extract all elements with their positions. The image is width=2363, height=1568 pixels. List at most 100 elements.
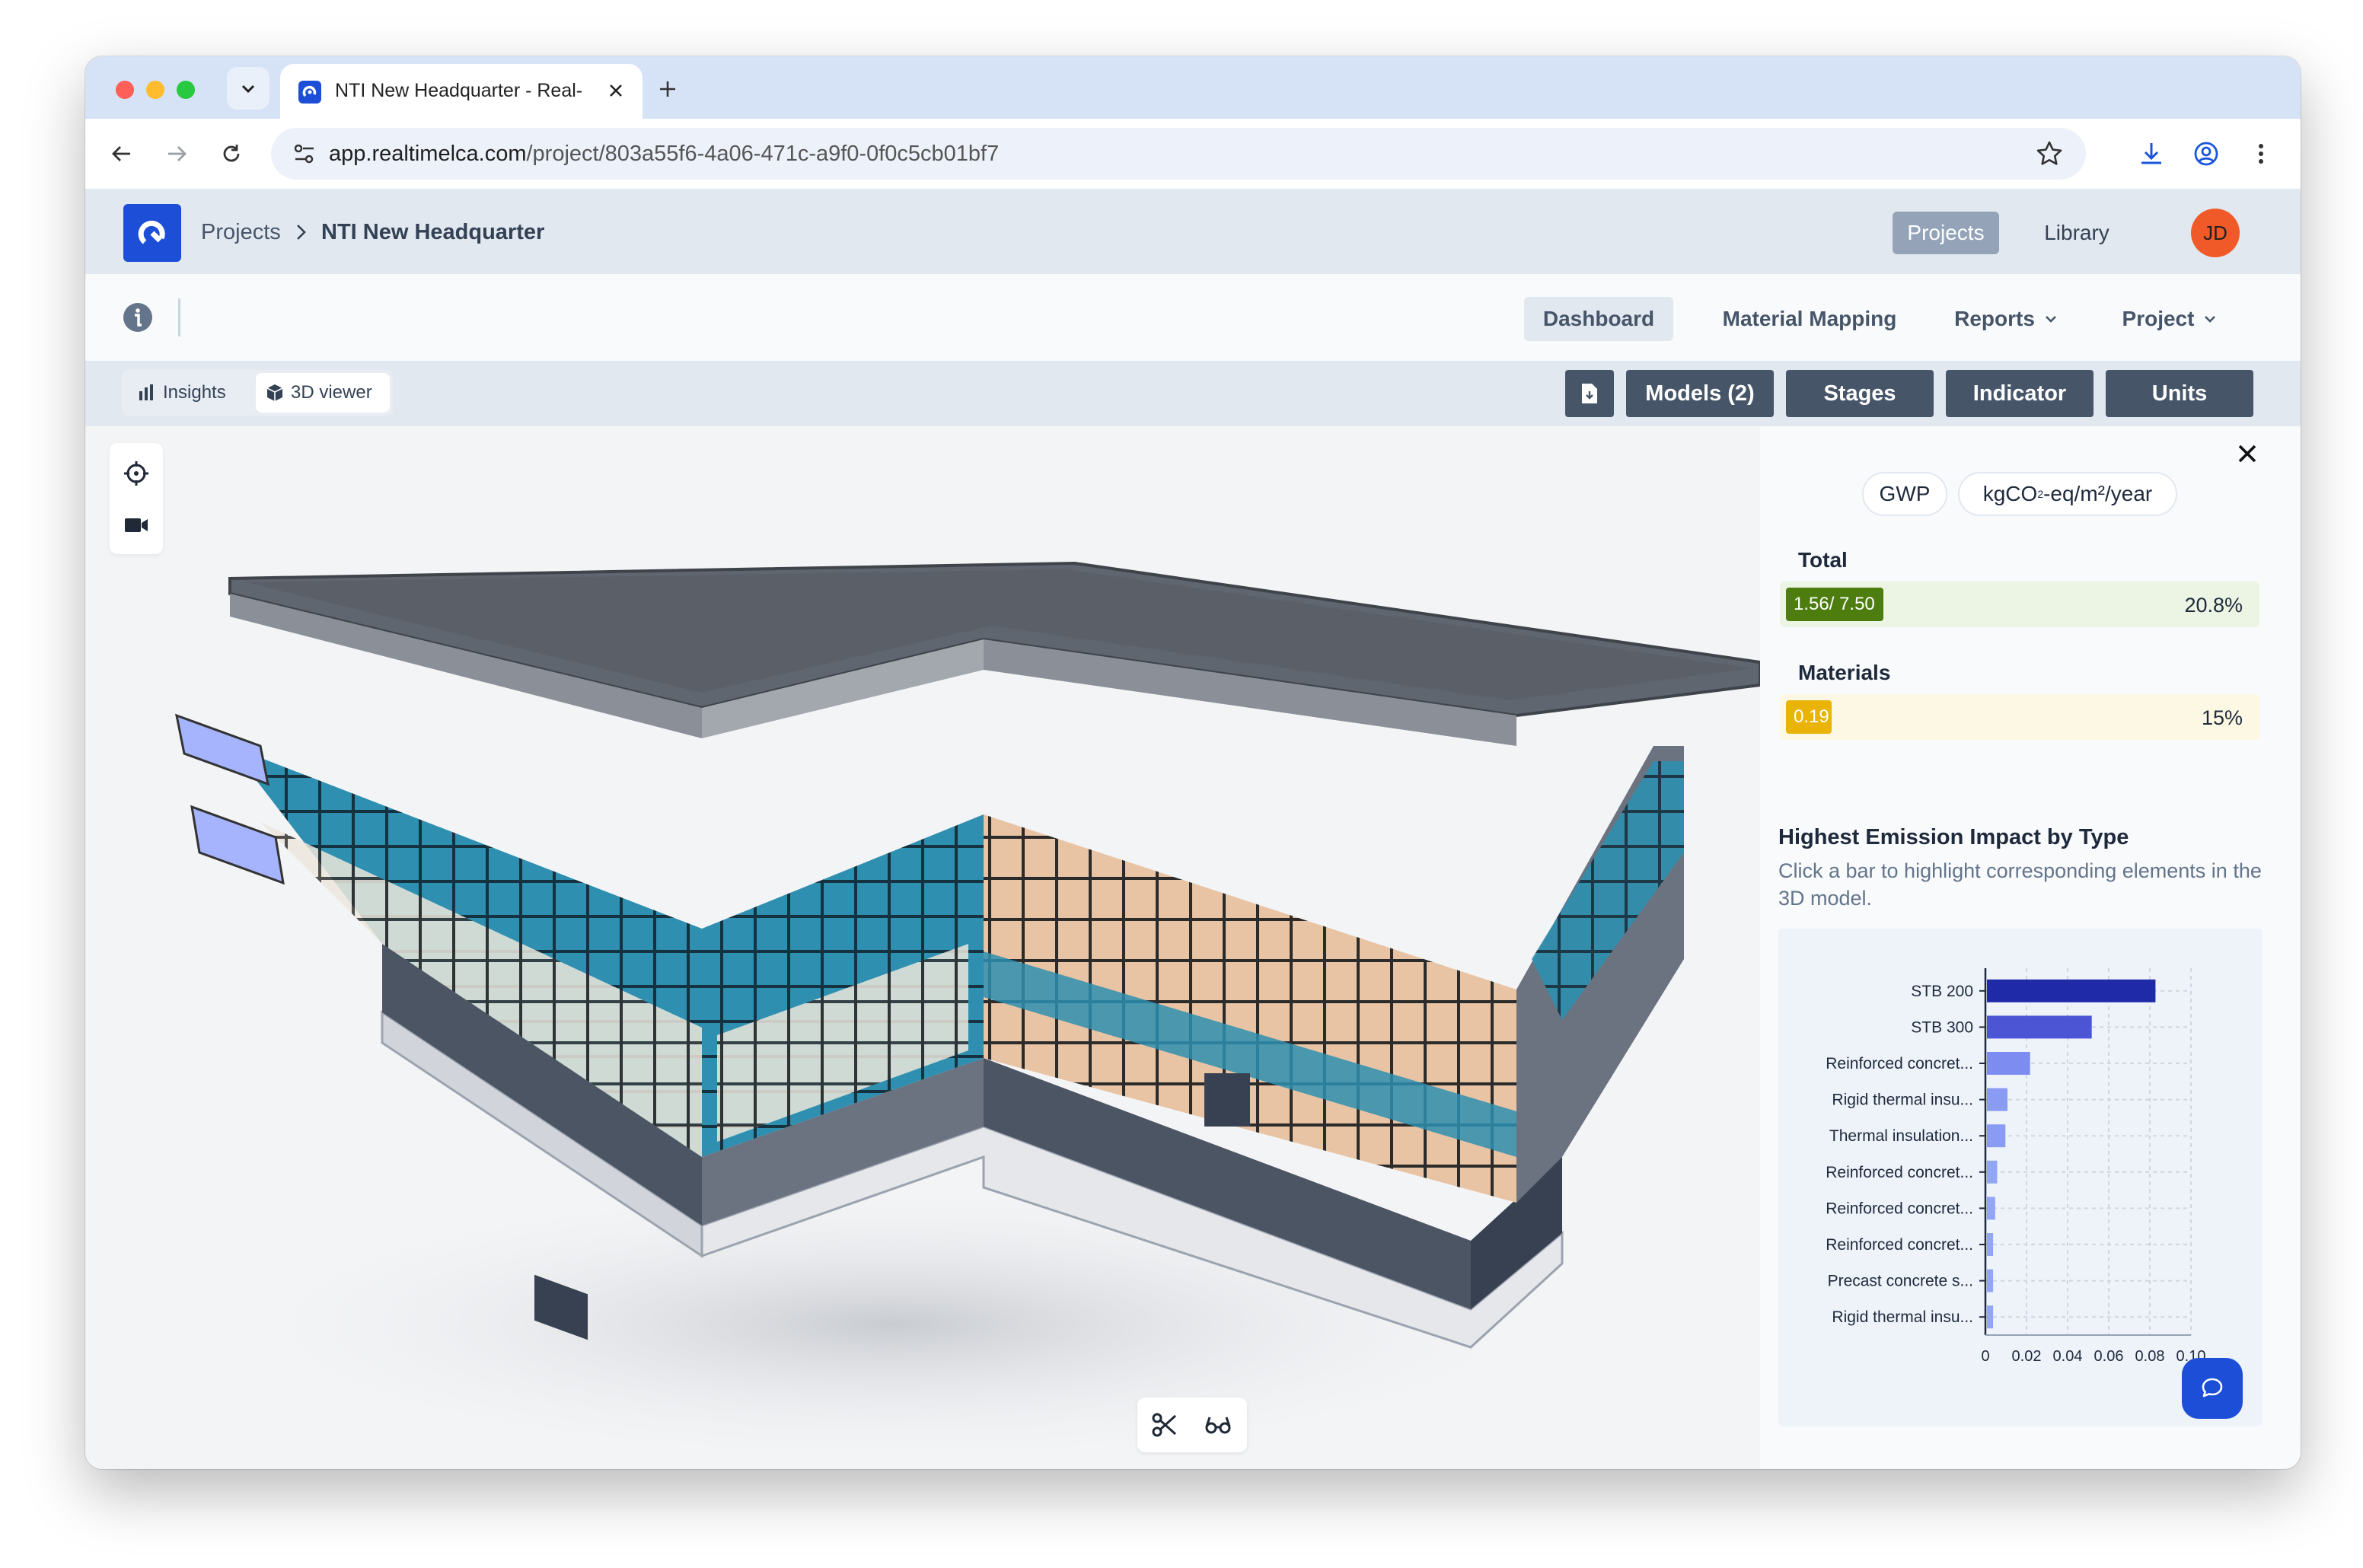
emissions-panel: GWP kgCO 2 -eq/m²/year Total 1.56/ 7.50 20… — [1760, 426, 2301, 1469]
logo-icon — [138, 220, 165, 244]
indicator-button[interactable]: Indicator — [1946, 370, 2094, 417]
address-bar[interactable]: app.realtimelca.com/project/803a55f6-4a0… — [271, 128, 2086, 180]
profile-icon — [2194, 142, 2218, 166]
chart-bar[interactable] — [1987, 1052, 2030, 1075]
reload-icon — [223, 145, 240, 162]
viewer-bottom-toolbar — [1137, 1397, 1247, 1452]
url-text: app.realtimelca.com/project/803a55f6-4a0… — [329, 142, 999, 167]
nav-divider — [178, 298, 180, 336]
viewer-toolbar — [110, 443, 163, 554]
models-button[interactable]: Models (2) — [1626, 370, 1774, 417]
unit-pill[interactable]: kgCO 2 -eq/m²/year — [1958, 472, 2177, 516]
materials-progress: 0.19 15% — [1780, 694, 2259, 740]
bookmark-star-icon[interactable] — [2034, 139, 2065, 169]
chart-category-label: Precast concrete s... — [1828, 1273, 1973, 1290]
chart-xtick-label: 0.08 — [2135, 1348, 2165, 1365]
stages-button[interactable]: Stages — [1786, 370, 1934, 417]
3d-viewer-tab[interactable]: 3D viewer — [256, 373, 390, 413]
new-tab-button[interactable] — [650, 72, 685, 107]
building-model[interactable] — [85, 426, 1760, 1469]
chart-bar[interactable] — [1987, 1305, 1994, 1329]
unit-subscript: 2 — [2037, 488, 2044, 500]
site-settings-icon[interactable] — [291, 140, 318, 167]
back-button[interactable] — [104, 135, 140, 172]
profile-button[interactable] — [2188, 135, 2224, 172]
unit-suffix: -eq/m²/year — [2043, 482, 2153, 505]
chart-category-label: Reinforced concret... — [1826, 1200, 1973, 1217]
user-avatar[interactable]: JD — [2191, 209, 2240, 257]
maximize-window-button[interactable] — [177, 81, 195, 99]
breadcrumb-projects[interactable]: Projects — [201, 220, 281, 245]
total-progress: 1.56/ 7.50 20.8% — [1780, 582, 2259, 627]
tab-project-label: Project — [2122, 307, 2195, 330]
arrow-left-icon — [112, 146, 130, 161]
total-bar-fill: 1.56/ 7.50 — [1786, 588, 1883, 621]
chart-bar[interactable] — [1987, 1269, 1994, 1292]
video-camera-icon[interactable] — [123, 512, 150, 539]
export-button[interactable] — [1565, 370, 1614, 417]
url-host: app.realtimelca.com — [329, 142, 527, 166]
glasses-icon[interactable] — [1204, 1411, 1232, 1439]
chevron-down-icon — [2045, 316, 2056, 323]
project-nav: Dashboard Material Mapping Reports Proje… — [85, 274, 2301, 361]
download-button[interactable] — [2133, 135, 2170, 172]
section-cut-icon[interactable] — [1151, 1411, 1178, 1439]
minimize-window-button[interactable] — [146, 81, 164, 99]
chevron-right-icon — [297, 225, 306, 240]
tab-material-mapping[interactable]: Material Mapping — [1707, 297, 1912, 341]
chart-category-label: Rigid thermal insu... — [1832, 1092, 1973, 1109]
chevron-down-icon — [2205, 316, 2216, 323]
tab-close-icon[interactable] — [600, 75, 632, 107]
more-vertical-icon — [2259, 144, 2263, 164]
total-percent: 20.8% — [2184, 594, 2243, 617]
app-logo[interactable] — [123, 204, 181, 262]
tab-search-button[interactable] — [227, 67, 269, 110]
close-panel-icon[interactable] — [2235, 441, 2259, 466]
view-switcher: Insights 3D viewer — [122, 370, 393, 416]
chart-bar[interactable] — [1987, 1160, 1998, 1184]
chart-category-label: Reinforced concret... — [1826, 1164, 1973, 1181]
browser-menu-button[interactable] — [2243, 135, 2279, 172]
emission-bar-chart[interactable]: 0 0.02 0.04 0.06 0.08 0.10STB 200STB 300Reinf… — [1778, 929, 2263, 1426]
chart-category-label: Reinforced concret... — [1826, 1236, 1973, 1254]
close-window-button[interactable] — [116, 81, 134, 99]
breadcrumb-current-project: NTI New Headquarter — [321, 220, 545, 244]
chart-category-label: STB 200 — [1911, 983, 1973, 1000]
3d-viewer[interactable] — [85, 426, 1760, 1469]
chart-bar[interactable] — [1987, 1088, 2007, 1111]
3d-viewer-label: 3D viewer — [291, 382, 372, 403]
tab-project[interactable]: Project — [2113, 297, 2227, 341]
arrow-right-icon — [168, 146, 187, 161]
chart-category-label: Reinforced concret... — [1826, 1055, 1973, 1072]
insights-tab[interactable]: Insights — [137, 373, 244, 413]
header-projects-button[interactable]: Projects — [1893, 212, 1999, 254]
chart-bar[interactable] — [1987, 1124, 2006, 1148]
chart-xtick-label: 0.02 — [2012, 1348, 2042, 1365]
units-button[interactable]: Units — [2106, 370, 2253, 417]
indicator-pill[interactable]: GWP — [1862, 472, 1947, 516]
materials-bar-fill: 0.19 — [1786, 700, 1832, 734]
cube-icon — [266, 384, 283, 401]
file-download-icon — [1582, 384, 1597, 403]
tab-dashboard[interactable]: Dashboard — [1524, 297, 1673, 341]
chart-bar[interactable] — [1987, 1197, 1995, 1220]
bar-chart-icon — [139, 384, 153, 400]
browser-window: NTI New Headquarter - Real- app.realtime… — [85, 56, 2301, 1469]
tab-reports[interactable]: Reports — [1946, 297, 2068, 341]
header-library-link[interactable]: Library — [2031, 212, 2122, 254]
url-path: /project/803a55f6-4a06-471c-a9f0-0f0c5cb… — [526, 142, 1000, 166]
chart-category-label: Rigid thermal insu... — [1832, 1308, 1973, 1326]
chart-bar[interactable] — [1987, 1015, 2092, 1039]
reload-button[interactable] — [213, 135, 250, 172]
materials-label: Materials — [1798, 661, 1891, 684]
crosshair-icon[interactable] — [123, 460, 150, 487]
info-icon[interactable] — [122, 301, 154, 333]
emission-chart-card: 0 0.02 0.04 0.06 0.08 0.10 STB 200 STB 300 Reinf… — [1778, 929, 2263, 1426]
chart-title: Highest Emission Impact by Type — [1778, 825, 2129, 849]
chart-bar[interactable] — [1987, 1233, 1994, 1256]
tab-reports-label: Reports — [1954, 307, 2035, 330]
chat-button[interactable] — [2182, 1358, 2243, 1419]
chart-bar[interactable] — [1987, 979, 2156, 1002]
forward-button[interactable] — [158, 135, 195, 172]
browser-tab[interactable]: NTI New Headquarter - Real- — [280, 64, 643, 119]
